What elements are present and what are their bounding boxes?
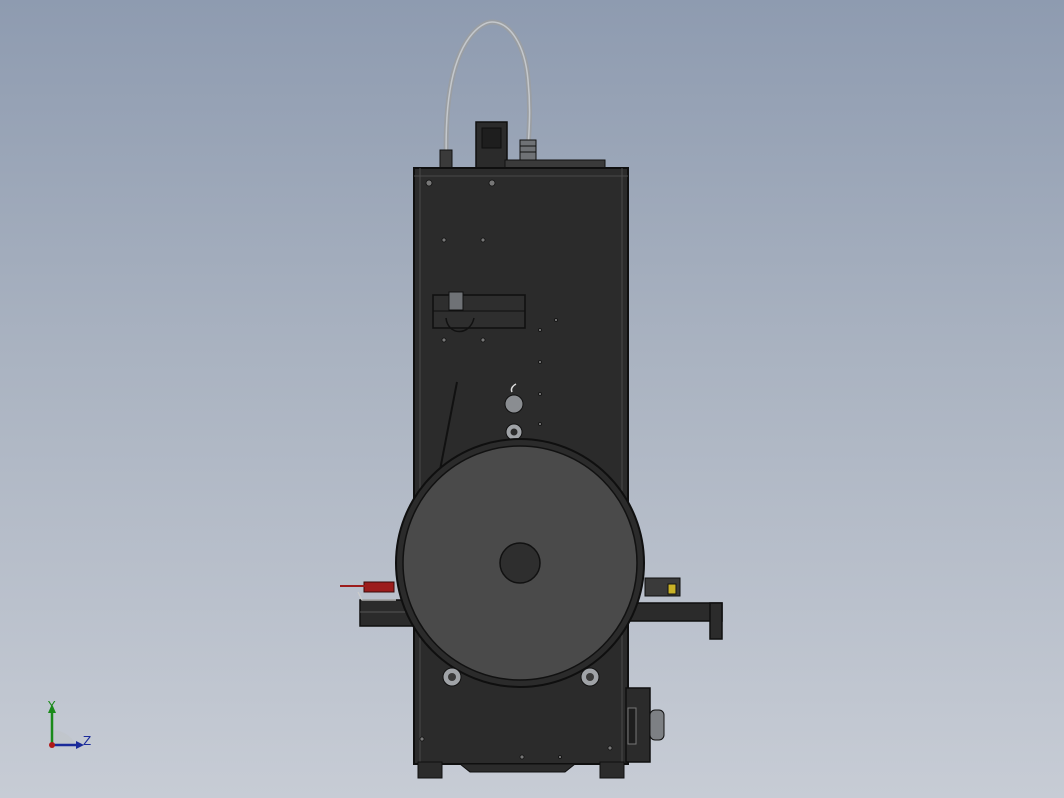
triad-z-label: Z xyxy=(83,734,92,748)
sensor-knob xyxy=(504,394,524,414)
cable-fitting xyxy=(519,139,537,161)
cad-model[interactable] xyxy=(0,0,1064,798)
foot-left xyxy=(417,761,443,779)
triad-y-label: Y xyxy=(48,699,56,713)
reel-hub xyxy=(499,542,541,584)
side-knob xyxy=(649,709,665,741)
red-sensor xyxy=(363,581,395,593)
rail-right xyxy=(629,602,723,622)
view-triad[interactable]: Y Z xyxy=(40,700,100,755)
graphics-viewport[interactable]: Y Z xyxy=(0,0,1064,798)
foot-right xyxy=(599,761,625,779)
